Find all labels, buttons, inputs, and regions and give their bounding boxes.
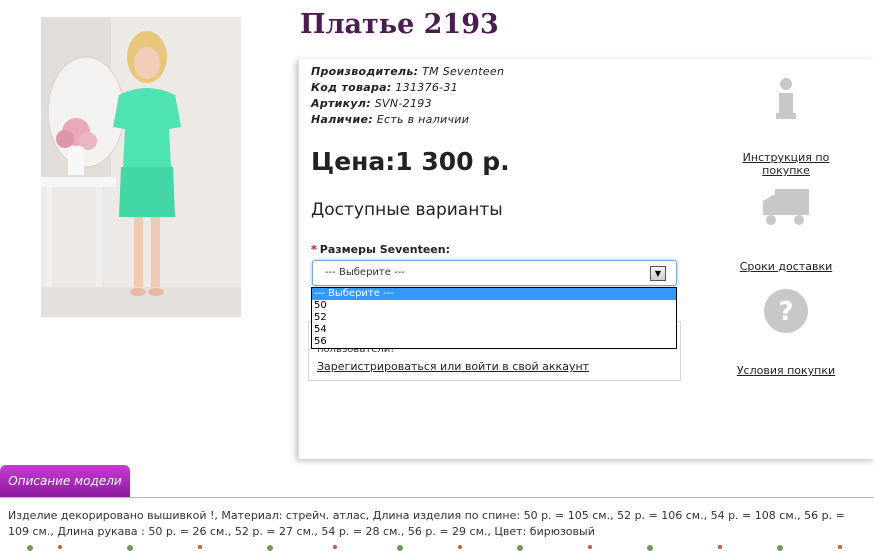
size-select-value: --- Выберите --- bbox=[325, 267, 405, 278]
product-specs: Производитель: ТМ Seventeen Код товара: … bbox=[311, 64, 504, 128]
chevron-down-icon[interactable]: ▼ bbox=[650, 266, 666, 281]
product-info-panel: Производитель: ТМ Seventeen Код товара: … bbox=[298, 59, 874, 459]
instruction-block: Инструкция по покупке bbox=[723, 77, 849, 177]
spec-availability: Наличие: Есть в наличии bbox=[311, 113, 470, 126]
size-option[interactable]: 54 bbox=[312, 324, 676, 336]
size-options-list[interactable]: --- Выберите --- 50 52 54 56 bbox=[311, 287, 677, 349]
terms-link[interactable]: Условия покупки bbox=[723, 364, 849, 377]
delivery-block: Сроки доставки bbox=[723, 187, 849, 273]
size-option[interactable]: 56 bbox=[312, 336, 676, 348]
size-option[interactable]: 50 bbox=[312, 300, 676, 312]
product-title: Платье 2193 bbox=[300, 9, 499, 40]
tab-divider bbox=[0, 497, 874, 498]
question-icon: ? bbox=[764, 289, 808, 333]
register-login-link[interactable]: Зарегистрироваться или войти в свой акка… bbox=[317, 360, 589, 373]
spec-article: Артикул: SVN-2193 bbox=[311, 97, 432, 110]
spec-manufacturer: Производитель: ТМ Seventeen bbox=[311, 65, 505, 78]
dress-photo-illustration bbox=[41, 17, 241, 317]
info-icon bbox=[776, 78, 796, 119]
svg-text:?: ? bbox=[778, 297, 793, 327]
size-option[interactable]: --- Выберите --- bbox=[312, 288, 676, 300]
delivery-link[interactable]: Сроки доставки bbox=[723, 260, 849, 273]
product-price: Цена:1 300 р. bbox=[311, 147, 510, 176]
product-description: Изделие декорировано вышивкой !, Материа… bbox=[8, 509, 845, 538]
required-mark: * bbox=[311, 243, 317, 256]
size-option[interactable]: 52 bbox=[312, 312, 676, 324]
instruction-link[interactable]: Инструкция по покупке bbox=[723, 151, 849, 177]
tab-description[interactable]: Описание модели bbox=[0, 465, 130, 497]
product-photo[interactable] bbox=[41, 17, 241, 317]
truck-icon bbox=[763, 189, 809, 225]
decorative-garland bbox=[27, 545, 842, 551]
variants-title: Доступные варианты bbox=[311, 200, 503, 220]
size-select[interactable]: --- Выберите --- ▼ bbox=[312, 260, 677, 286]
terms-block: ? Условия покупки bbox=[723, 288, 849, 377]
spec-product-code: Код товара: 131376-31 bbox=[311, 81, 459, 94]
size-label: * Размеры Seventeen: bbox=[311, 243, 450, 256]
